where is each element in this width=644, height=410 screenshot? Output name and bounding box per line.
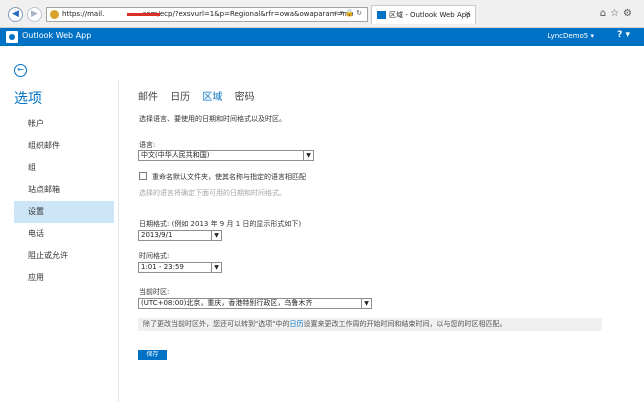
chevron-down-icon: ▼ [211, 263, 221, 272]
time-format-select[interactable]: 1:01 - 23:59 ▼ [138, 262, 222, 273]
settings-tabs: 邮件 日历 区域 密码 [138, 88, 264, 103]
sidebar-item-organize-mail[interactable]: 组织邮件 [14, 135, 114, 157]
user-menu[interactable]: LyncDemo5 ▾ [547, 32, 594, 40]
timezone-value: (UTC+08:00)北京，重庆，香港特别行政区，乌鲁木齐 [141, 299, 313, 307]
tab-mail[interactable]: 邮件 [138, 92, 158, 103]
settings-gear-icon[interactable]: ⚙ [623, 8, 636, 19]
forward-arrow-icon[interactable]: ▶ [27, 7, 42, 22]
rename-folders-checkbox[interactable] [139, 172, 147, 180]
time-format-label: 时间格式: [139, 252, 170, 260]
date-format-select[interactable]: 2013/9/1 ▼ [138, 230, 222, 241]
calendar-settings-link[interactable]: 日历 [289, 320, 303, 328]
options-title: 选项 [14, 91, 42, 107]
language-value: 中文(中华人民共和国) [141, 151, 210, 159]
sidebar-item-block-or-allow[interactable]: 阻止或允许 [14, 245, 114, 267]
tab-title: 区域 - Outlook Web App [389, 11, 471, 19]
save-button[interactable]: 保存 [138, 350, 167, 360]
date-format-value: 2013/9/1 [141, 231, 173, 239]
suite-bar: Outlook Web App LyncDemo5 ▾ ? ▾ [0, 28, 644, 46]
refresh-icon[interactable]: ↻ [356, 9, 364, 17]
chevron-down-icon: ▼ [211, 231, 221, 240]
time-format-value: 1:01 - 23:59 [141, 263, 184, 271]
language-select[interactable]: 中文(中华人民共和国) ▼ [138, 150, 314, 161]
info-text-after: 设置来更改工作周的开始时间和结束时间，以与您的时区相匹配。 [303, 320, 507, 328]
tab-calendar[interactable]: 日历 [170, 92, 190, 103]
language-note: 选择的语言将确定下面可用的日期和时间格式。 [139, 189, 286, 197]
sidebar-item-site-mailboxes[interactable]: 站点邮箱 [14, 179, 114, 201]
timezone-select[interactable]: (UTC+08:00)北京，重庆，香港特别行政区，乌鲁木齐 ▼ [138, 298, 372, 309]
browser-chrome: ◀ ▶ https://mail. .com/ecp/?exsvurl=1&p=R… [0, 0, 644, 28]
address-url: https://mail. .com/ecp/?exsvurl=1&p=Regio… [62, 10, 354, 18]
outlook-tab-icon [377, 11, 386, 19]
back-arrow-icon[interactable]: ◀ [8, 7, 23, 22]
options-nav: 帐户 组织邮件 组 站点邮箱 设置 电话 阻止或允许 应用 [14, 113, 114, 289]
sidebar-item-apps[interactable]: 应用 [14, 267, 114, 289]
address-bar[interactable]: https://mail. .com/ecp/?exsvurl=1&p=Regio… [46, 7, 368, 22]
browser-tab[interactable]: 区域 - Outlook Web App × [371, 5, 476, 24]
timezone-label: 当前时区: [139, 288, 170, 296]
app-name: Outlook Web App [22, 31, 92, 40]
timezone-info-bar: 除了更改当前时区外，您还可以转到"选项"中的日历设置来更改工作周的开始时间和结束… [138, 318, 602, 331]
url-redaction-mark [127, 13, 160, 16]
site-icon [50, 10, 59, 19]
tab-password[interactable]: 密码 [235, 92, 255, 103]
tab-region[interactable]: 区域 [202, 92, 222, 103]
lock-icon[interactable]: 🔒 [345, 9, 356, 17]
intro-text: 选择语言、要使用的日期和时间格式以及时区。 [139, 115, 286, 123]
browser-toolbar-icons: ⌂☆⚙ [600, 8, 636, 19]
sidebar-item-settings[interactable]: 设置 [14, 201, 114, 223]
language-label: 语言: [139, 141, 156, 149]
sidebar-item-groups[interactable]: 组 [14, 157, 114, 179]
address-tools: ⌕▾🔒↻ [334, 9, 364, 18]
chevron-down-icon: ▼ [361, 299, 371, 308]
sidebar-item-phone[interactable]: 电话 [14, 223, 114, 245]
outlook-logo-icon [6, 31, 18, 43]
favorites-star-icon[interactable]: ☆ [610, 8, 623, 19]
sidebar-divider [118, 80, 119, 402]
sidebar-item-account[interactable]: 帐户 [14, 113, 114, 135]
help-menu[interactable]: ? ▾ [617, 30, 630, 40]
home-icon[interactable]: ⌂ [600, 8, 610, 19]
close-tab-icon[interactable]: × [464, 9, 471, 18]
back-circle-icon[interactable]: ← [14, 64, 27, 77]
info-text-before: 除了更改当前时区外，您还可以转到"选项"中的 [143, 320, 290, 328]
rename-folders-label: 重命名默认文件夹，使其名称与指定的语言相匹配 [152, 173, 306, 181]
date-format-label: 日期格式: (例如 2013 年 9 月 1 日的显示形式如下) [139, 220, 302, 228]
chevron-down-icon: ▼ [303, 151, 313, 160]
